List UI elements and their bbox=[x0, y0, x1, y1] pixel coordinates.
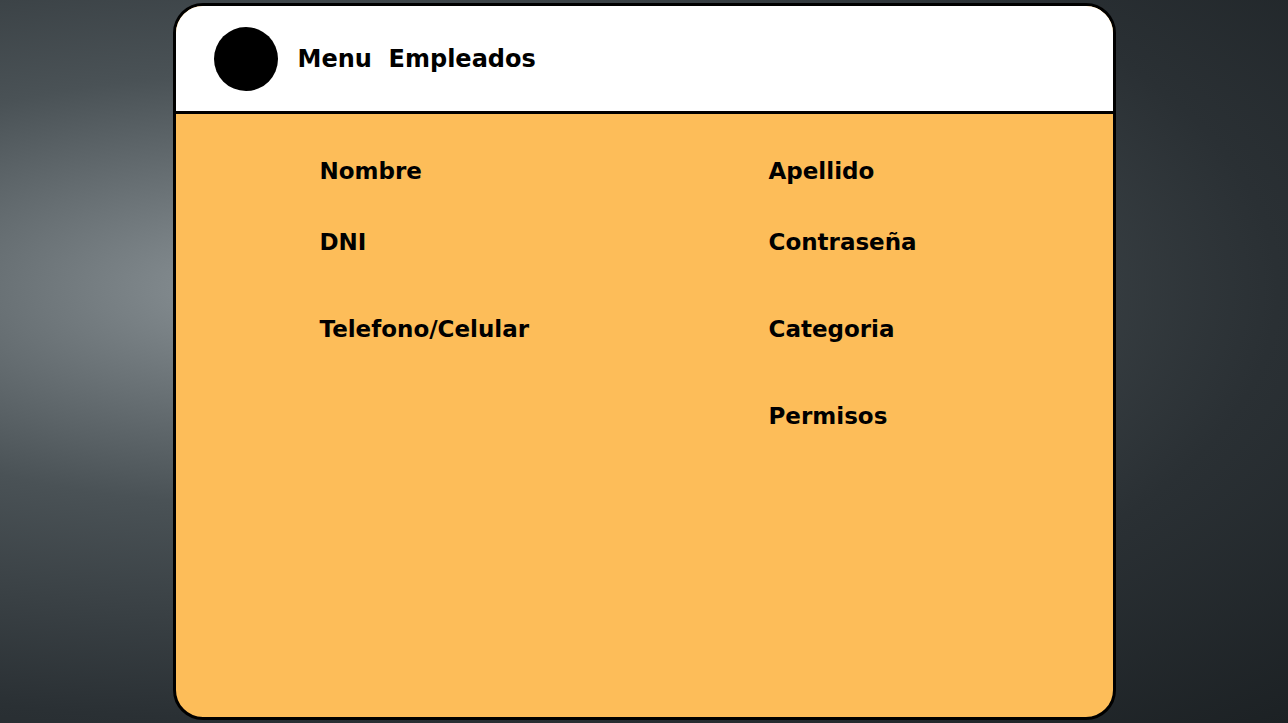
field-label: Nombre bbox=[320, 156, 769, 186]
field-label: Contraseña bbox=[769, 227, 1113, 257]
header: Menu Empleados bbox=[176, 6, 1113, 114]
field-label: Telefono/Celular bbox=[320, 314, 769, 344]
field-label: Apellido bbox=[769, 156, 1113, 186]
employee-form: Nombre DNI Telefono/Celular Apellido Contras… bbox=[176, 114, 1113, 717]
employee-menu-card: Menu EmpleadosNombreDNITelefono/CelularA… bbox=[173, 3, 1116, 720]
right-column: Apellido Contraseña Categoria Permisos bbox=[769, 156, 1113, 431]
field-label: Categoria bbox=[769, 314, 1113, 344]
left-column: Nombre DNI Telefono/Celular bbox=[320, 156, 769, 431]
header-title: Menu Empleados bbox=[298, 45, 536, 73]
field-label: DNI bbox=[320, 227, 769, 257]
field-label: Permisos bbox=[769, 401, 1113, 431]
avatar-icon bbox=[214, 27, 278, 91]
page: Menu EmpleadosNombreDNITelefono/CelularA… bbox=[0, 0, 1288, 723]
